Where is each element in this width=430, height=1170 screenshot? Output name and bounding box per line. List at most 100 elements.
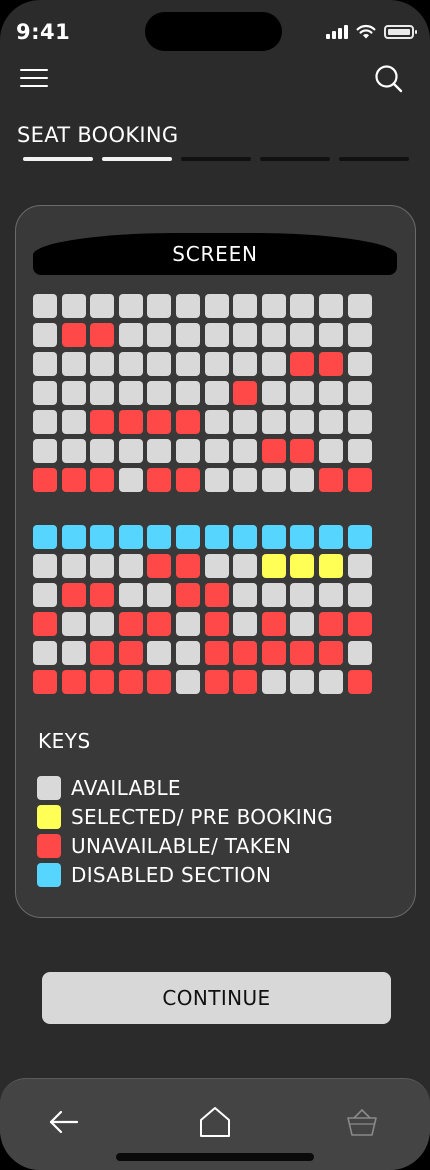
seat-available[interactable] xyxy=(33,439,57,463)
seat-available[interactable] xyxy=(175,294,200,318)
seat-available[interactable] xyxy=(118,439,143,463)
seat-available[interactable] xyxy=(318,583,343,607)
seat-available[interactable] xyxy=(90,439,115,463)
seat-available[interactable] xyxy=(61,352,86,376)
seat-available[interactable] xyxy=(233,583,258,607)
seat-available[interactable] xyxy=(118,294,143,318)
seat-available[interactable] xyxy=(233,410,258,434)
seat-available[interactable] xyxy=(347,323,372,347)
home-icon[interactable] xyxy=(198,1105,232,1139)
seat-available[interactable] xyxy=(204,352,229,376)
seat-available[interactable] xyxy=(318,294,343,318)
seat-available[interactable] xyxy=(233,323,258,347)
seat-available[interactable] xyxy=(175,641,200,665)
seat-selected[interactable] xyxy=(318,554,343,578)
seat-available[interactable] xyxy=(61,439,86,463)
seat-available[interactable] xyxy=(347,352,372,376)
seat-available[interactable] xyxy=(147,352,172,376)
seat-available[interactable] xyxy=(347,410,372,434)
seat-available[interactable] xyxy=(175,612,200,636)
seat-available[interactable] xyxy=(261,294,286,318)
seat-available[interactable] xyxy=(233,612,258,636)
seat-available[interactable] xyxy=(347,294,372,318)
seat-available[interactable] xyxy=(118,381,143,405)
seat-available[interactable] xyxy=(261,381,286,405)
seat-available[interactable] xyxy=(347,583,372,607)
seat-available[interactable] xyxy=(233,468,258,492)
seat-available[interactable] xyxy=(90,612,115,636)
seat-available[interactable] xyxy=(347,641,372,665)
search-icon[interactable] xyxy=(374,64,404,94)
seat-available[interactable] xyxy=(175,323,200,347)
seat-available[interactable] xyxy=(61,381,86,405)
seat-available[interactable] xyxy=(118,323,143,347)
seat-available[interactable] xyxy=(318,323,343,347)
seat-available[interactable] xyxy=(118,468,143,492)
seat-available[interactable] xyxy=(261,352,286,376)
seat-available[interactable] xyxy=(290,381,315,405)
seat-available[interactable] xyxy=(290,410,315,434)
seat-available[interactable] xyxy=(318,670,343,694)
seat-available[interactable] xyxy=(290,612,315,636)
seat-available[interactable] xyxy=(118,583,143,607)
seat-available[interactable] xyxy=(147,381,172,405)
seat-available[interactable] xyxy=(204,323,229,347)
seat-available[interactable] xyxy=(233,554,258,578)
seat-available[interactable] xyxy=(61,554,86,578)
seat-available[interactable] xyxy=(33,554,57,578)
seat-available[interactable] xyxy=(290,583,315,607)
seat-available[interactable] xyxy=(118,352,143,376)
seat-available[interactable] xyxy=(261,468,286,492)
seat-available[interactable] xyxy=(147,323,172,347)
seat-available[interactable] xyxy=(90,294,115,318)
seat-available[interactable] xyxy=(33,410,57,434)
seat-available[interactable] xyxy=(118,554,143,578)
seat-available[interactable] xyxy=(147,583,172,607)
seat-available[interactable] xyxy=(147,439,172,463)
seat-available[interactable] xyxy=(90,554,115,578)
seat-available[interactable] xyxy=(175,352,200,376)
seat-available[interactable] xyxy=(90,381,115,405)
seat-available[interactable] xyxy=(33,294,57,318)
seat-available[interactable] xyxy=(233,439,258,463)
seat-available[interactable] xyxy=(261,410,286,434)
seat-available[interactable] xyxy=(175,439,200,463)
seat-available[interactable] xyxy=(204,410,229,434)
seat-available[interactable] xyxy=(204,439,229,463)
seat-available[interactable] xyxy=(175,670,200,694)
continue-button[interactable]: CONTINUE xyxy=(42,972,391,1024)
seat-available[interactable] xyxy=(290,468,315,492)
seat-available[interactable] xyxy=(147,641,172,665)
seat-available[interactable] xyxy=(33,381,57,405)
basket-icon[interactable] xyxy=(345,1105,379,1139)
seat-available[interactable] xyxy=(261,323,286,347)
seat-available[interactable] xyxy=(347,554,372,578)
seat-available[interactable] xyxy=(347,439,372,463)
seat-available[interactable] xyxy=(261,583,286,607)
seat-available[interactable] xyxy=(290,294,315,318)
seat-selected[interactable] xyxy=(261,554,286,578)
seat-available[interactable] xyxy=(347,381,372,405)
seat-available[interactable] xyxy=(61,641,86,665)
seat-available[interactable] xyxy=(290,670,315,694)
seat-available[interactable] xyxy=(175,381,200,405)
seat-available[interactable] xyxy=(33,352,57,376)
seat-available[interactable] xyxy=(204,468,229,492)
seat-available[interactable] xyxy=(33,641,57,665)
seat-available[interactable] xyxy=(233,294,258,318)
hamburger-menu-icon[interactable] xyxy=(20,68,50,88)
seat-available[interactable] xyxy=(61,410,86,434)
seat-available[interactable] xyxy=(318,381,343,405)
back-arrow-icon[interactable] xyxy=(47,1105,81,1139)
seat-available[interactable] xyxy=(290,323,315,347)
seat-selected[interactable] xyxy=(290,554,315,578)
seat-available[interactable] xyxy=(61,294,86,318)
seat-available[interactable] xyxy=(204,554,229,578)
seat-available[interactable] xyxy=(33,323,57,347)
seat-available[interactable] xyxy=(90,352,115,376)
seat-available[interactable] xyxy=(61,612,86,636)
seat-available[interactable] xyxy=(261,670,286,694)
seat-available[interactable] xyxy=(318,439,343,463)
seat-available[interactable] xyxy=(318,410,343,434)
seat-available[interactable] xyxy=(204,294,229,318)
